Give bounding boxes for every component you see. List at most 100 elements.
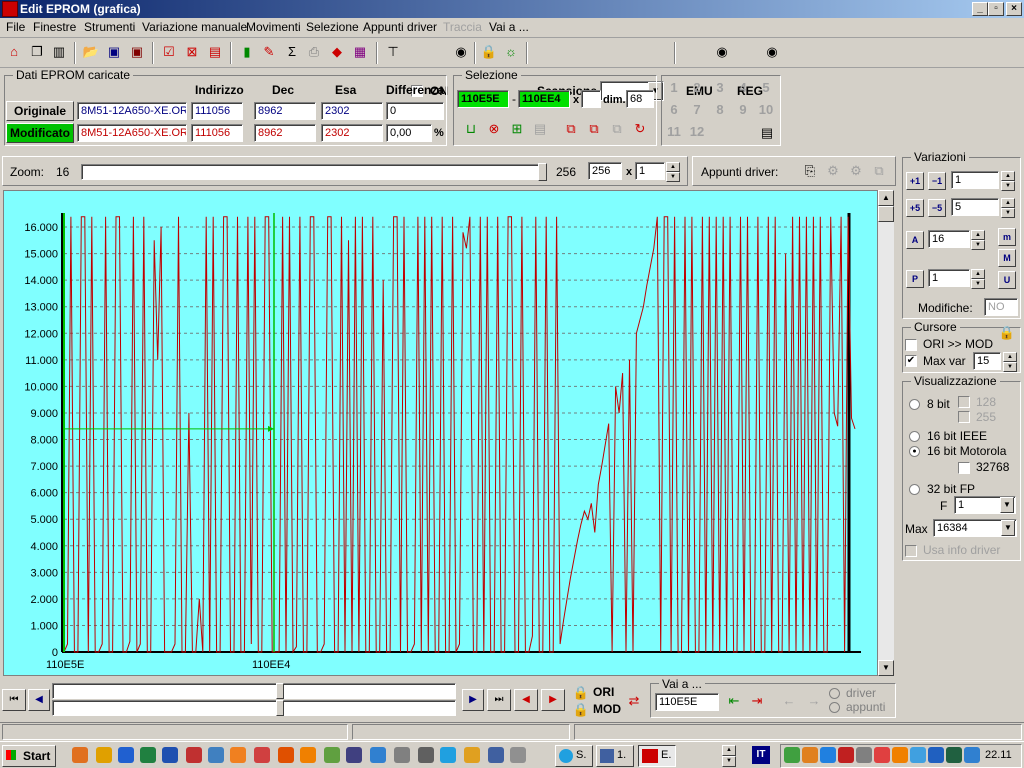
goto-input[interactable]: 110E5E xyxy=(655,693,719,711)
var1-input[interactable]: 1 xyxy=(951,171,999,189)
maxvar-up[interactable]: ▲ xyxy=(1003,352,1017,362)
prev-diff-icon[interactable]: ◀ xyxy=(514,689,538,711)
f-chevron-down-icon[interactable]: ▼ xyxy=(1000,497,1014,513)
sel-add-icon[interactable]: ⊞ xyxy=(508,120,526,138)
mod-scrollbar[interactable] xyxy=(52,700,456,716)
last-icon[interactable]: ⏭ xyxy=(487,689,511,711)
orig-dec-field[interactable]: 8962 xyxy=(254,102,316,120)
num-10[interactable]: 10 xyxy=(755,101,777,119)
var1-up[interactable]: ▲ xyxy=(1001,171,1015,181)
num-2[interactable]: 2 xyxy=(686,79,708,97)
num-8[interactable]: 8 xyxy=(709,101,731,119)
firefox-icon[interactable] xyxy=(230,747,246,763)
var4-input[interactable]: 1 xyxy=(928,269,970,287)
sum-icon[interactable]: Σ xyxy=(283,43,301,61)
orig-addr-field[interactable]: 111056 xyxy=(191,102,243,120)
tray-2-icon[interactable] xyxy=(802,747,818,763)
ori-scrollbar[interactable] xyxy=(52,683,456,699)
zoom-slider[interactable] xyxy=(81,164,547,180)
quicklaunch-18-icon[interactable] xyxy=(464,747,480,763)
mod-scroll-thumb[interactable] xyxy=(276,700,284,716)
quicklaunch-15-icon[interactable] xyxy=(394,747,410,763)
zoom-mult-input[interactable]: 1 xyxy=(635,162,665,180)
clip-paste-icon[interactable]: ⚙ xyxy=(824,162,842,180)
prev-icon[interactable]: ◀ xyxy=(28,689,50,711)
num-11[interactable]: 11 xyxy=(663,123,685,141)
chip-icon[interactable]: ▮ xyxy=(238,43,256,61)
tray-4-icon[interactable] xyxy=(838,747,854,763)
check-32768[interactable] xyxy=(958,462,970,474)
orig-file-field[interactable]: 8M51-12A650-XE.ORI xyxy=(77,102,187,120)
tray-1-icon[interactable] xyxy=(784,747,800,763)
home-icon[interactable]: ⌂ xyxy=(5,43,23,61)
quicklaunch-19-icon[interactable] xyxy=(488,747,504,763)
var2-input[interactable]: 5 xyxy=(951,198,999,216)
use-info-checkbox[interactable] xyxy=(905,545,917,557)
var1-down[interactable]: ▼ xyxy=(1001,181,1015,191)
tray-7-icon[interactable] xyxy=(892,747,908,763)
sel-end-field[interactable]: 110EE4 xyxy=(518,90,570,108)
maxvar-checkbox[interactable]: ✔ xyxy=(905,355,917,367)
var3-up[interactable]: ▲ xyxy=(971,230,985,240)
task-scroll-up[interactable]: ▲ xyxy=(722,745,736,756)
color-icon[interactable]: ◆ xyxy=(328,43,346,61)
clip-paste2-icon[interactable]: ⚙ xyxy=(847,162,865,180)
maximize-button[interactable]: ▫ xyxy=(988,2,1004,16)
clip-copy-icon[interactable]: ⎘ xyxy=(801,162,819,180)
reg-target-icon[interactable]: ◉ xyxy=(763,43,781,61)
print-icon[interactable]: ⎙ xyxy=(305,43,323,61)
mod-file-field[interactable]: 8M51-12A650-XE.ORI xyxy=(77,124,187,142)
num-1[interactable]: 1 xyxy=(663,79,685,97)
language-indicator[interactable]: IT xyxy=(752,746,770,764)
next-diff-icon[interactable]: ▶ xyxy=(541,689,565,711)
skype-icon[interactable] xyxy=(440,747,456,763)
radio-ieee[interactable] xyxy=(909,431,920,442)
clip-delete-icon[interactable]: ⧉ xyxy=(870,162,888,180)
copy-sel-icon[interactable]: ⧉ xyxy=(562,120,580,138)
goto-prev-mark-icon[interactable]: ← xyxy=(780,692,798,710)
quicklaunch-9-icon[interactable] xyxy=(254,747,270,763)
num-12[interactable]: 12 xyxy=(686,123,708,141)
quicklaunch-14-icon[interactable] xyxy=(370,747,386,763)
menu-file[interactable]: File xyxy=(6,20,25,34)
minus1-icon[interactable]: −1 xyxy=(928,172,946,190)
close-button[interactable]: × xyxy=(1006,2,1022,16)
sync-icon[interactable]: ⇄ xyxy=(625,692,643,710)
open-folder-icon[interactable]: 📂 xyxy=(82,43,100,61)
var3-input[interactable]: 16 xyxy=(928,230,970,248)
quicklaunch-16-icon[interactable] xyxy=(418,747,434,763)
runner-icon[interactable]: ☼ xyxy=(502,43,520,61)
maxvar-down[interactable]: ▼ xyxy=(1003,362,1017,372)
tray-5-icon[interactable] xyxy=(856,747,872,763)
radio-fp[interactable] xyxy=(909,484,920,495)
num-5[interactable]: 5 xyxy=(755,79,777,97)
quicklaunch-20-icon[interactable] xyxy=(510,747,526,763)
num-3[interactable]: 3 xyxy=(709,79,731,97)
task-skype[interactable]: S. xyxy=(555,745,593,767)
edit-chart-icon[interactable]: ✎ xyxy=(260,43,278,61)
task-2[interactable]: 1. xyxy=(596,745,634,767)
var-m-icon[interactable]: m xyxy=(998,228,1016,246)
maxvar-input[interactable]: 15 xyxy=(973,352,1001,370)
save-icon[interactable]: ▣ xyxy=(105,43,123,61)
mod-addr-field[interactable]: 111056 xyxy=(191,124,243,142)
quicklaunch-12-icon[interactable] xyxy=(324,747,340,763)
goto-next-mark-icon[interactable]: → xyxy=(805,692,823,710)
radio-driver[interactable] xyxy=(829,688,840,699)
sel-start-field[interactable]: 110E5E xyxy=(457,90,509,108)
tray-8-icon[interactable] xyxy=(910,747,926,763)
start-button[interactable]: Start xyxy=(2,745,56,767)
var-M-icon[interactable]: M xyxy=(998,249,1016,267)
zoom-down[interactable]: ▼ xyxy=(666,172,680,182)
cursor-lock-icon[interactable]: 🔒 xyxy=(998,324,1016,342)
lock-icon[interactable]: 🔒 xyxy=(480,43,498,61)
modified-button[interactable]: Modificato xyxy=(6,123,74,143)
check-128[interactable] xyxy=(958,396,970,408)
mod-dec-field[interactable]: 8962 xyxy=(254,124,316,142)
ie-icon[interactable] xyxy=(118,747,134,763)
original-button[interactable]: Originale xyxy=(6,101,74,121)
orig-diff-field[interactable]: 0 xyxy=(386,102,444,120)
check-255[interactable] xyxy=(958,411,970,423)
panel-icon[interactable]: ▥ xyxy=(50,43,68,61)
scroll-down-icon[interactable]: ▼ xyxy=(878,660,894,676)
